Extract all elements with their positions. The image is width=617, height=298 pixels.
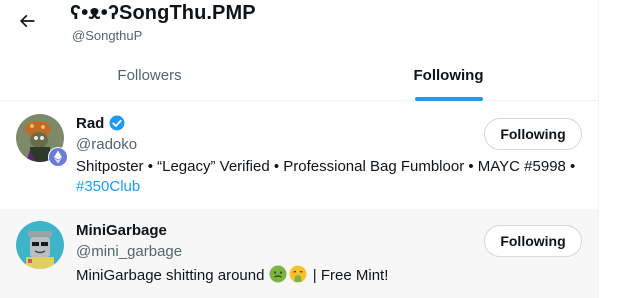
profile-name-title: ʕ•ᴥ•ʔSongThu.PMP <box>70 2 256 24</box>
tab-followers[interactable]: Followers <box>0 50 299 100</box>
avatar-garbage-image <box>16 221 64 269</box>
user-bio: MiniGarbage shitting around | Free Mint! <box>76 265 586 286</box>
user-row-mini-garbage[interactable]: MiniGarbage @mini_garbage MiniGarbage sh… <box>0 209 598 298</box>
user-bio-text: MiniGarbage shitting around <box>76 267 265 284</box>
tab-bar: Followers Following <box>0 50 598 101</box>
user-name-text: MiniGarbage <box>76 222 167 239</box>
user-handle[interactable]: @mini_garbage <box>76 243 182 260</box>
nauseated-face-icon <box>269 265 287 283</box>
face-vomiting-icon <box>289 265 307 283</box>
ethereum-badge-icon <box>48 147 68 167</box>
page-header: ʕ•ᴥ•ʔSongThu.PMP @SongthuP <box>0 0 598 50</box>
following-panel: ʕ•ᴥ•ʔSongThu.PMP @SongthuP Followers Fol… <box>0 0 599 298</box>
avatar[interactable] <box>16 221 64 269</box>
user-name[interactable]: MiniGarbage <box>76 222 167 239</box>
arrow-left-icon <box>19 14 35 28</box>
following-button[interactable]: Following <box>484 118 582 150</box>
user-bio: Shitposter • “Legacy” Verified • Profess… <box>76 157 586 197</box>
user-bio-suffix: | Free Mint! <box>308 267 389 284</box>
user-row-radoko[interactable]: Rad @radoko Shitposter • “Legacy” Verifi… <box>0 101 598 209</box>
back-button[interactable] <box>12 6 42 36</box>
user-bio-text: Shitposter • “Legacy” Verified • Profess… <box>76 158 576 175</box>
profile-handle: @SongthuP <box>72 28 143 43</box>
following-button[interactable]: Following <box>484 225 582 257</box>
hashtag-link[interactable]: #350Club <box>76 178 140 195</box>
user-handle[interactable]: @radoko <box>76 136 137 153</box>
user-name[interactable]: Rad <box>76 114 126 132</box>
verified-badge-icon <box>109 115 125 131</box>
tab-following[interactable]: Following <box>299 50 598 100</box>
user-name-text: Rad <box>76 114 105 132</box>
